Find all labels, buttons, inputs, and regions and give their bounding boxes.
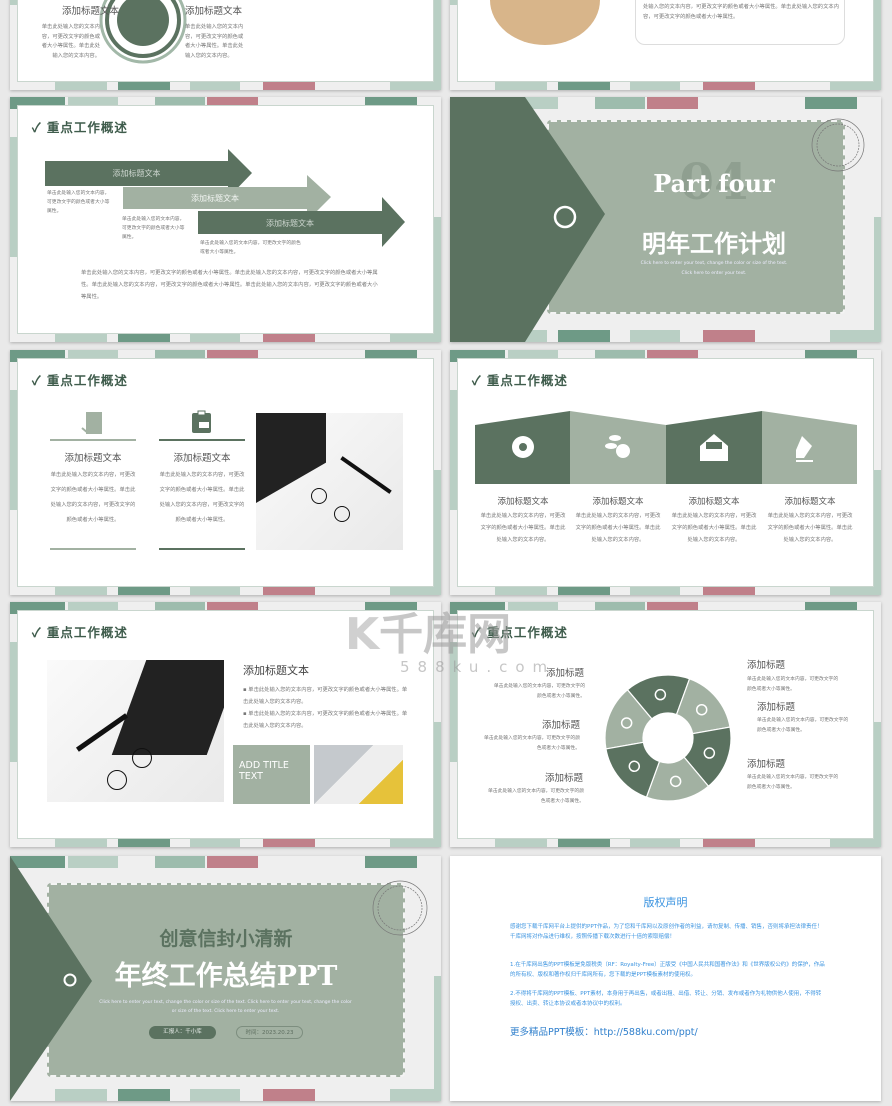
ring-text-1: 单击此处输入您的文本内容，可更改文字的颜色或者大小等属性。: [493, 684, 585, 699]
col-1-text: 单击此处输入您的文本内容，可更改文字的颜色或者大小等属性。单击此处输入您的文本内…: [50, 472, 136, 523]
ring-text-5: 单击此处输入您的文本内容，可更改文字的颜色或者大小等属性。: [757, 718, 849, 733]
copyright-item-2: 2.不得将千库网的PPT模板、PPT素材，本身用于再出售，或者出租、出借、转让、…: [510, 991, 822, 1007]
slide-copyright[interactable]: 版权声明 感谢您下载千库网平台上提供的PPT作品，为了您和千库网以及原创作者的利…: [450, 856, 881, 1101]
ring-text-6: 单击此处输入您的文本内容，可更改文字的颜色或者大小等属性。: [747, 775, 839, 790]
arrow-2-label: 添加标题文本: [191, 194, 239, 203]
heading: 添加标题文本: [185, 6, 243, 17]
heading: 添加标题文本: [243, 664, 309, 677]
workspace-photo: [314, 745, 403, 804]
copyright-intro: 感谢您下载千库网平台上提供的PPT作品，为了您和千库网以及原创作者的利益，请勿复…: [510, 924, 823, 940]
slide-columns[interactable]: ✓ 重点工作概述 添加标题文本 单击此处输入您的文本内容，可更改文字的颜色或者大…: [10, 350, 441, 595]
panel-2-text: 单击此处输入您的文本内容，可更改文字的颜色或者大小等属性。单击此处输入您的文本内…: [575, 513, 661, 543]
paper-strip: [10, 642, 17, 762]
ring-label-2: 添加标题: [541, 720, 580, 731]
panel-3-text: 单击此处输入您的文本内容，可更改文字的颜色或者大小等属性。单击此处输入您的文本内…: [671, 513, 757, 543]
copyright-item-1: 1.在千库网出售的PPT模板是免版税类（RF：Royalty-Free）正版受《…: [510, 962, 825, 978]
panel-1-text: 单击此处输入您的文本内容，可更改文字的颜色或者大小等属性。单击此处输入您的文本内…: [480, 513, 566, 543]
arrow-3-caption: 单击此处输入您的文本内容，可更改文字的颜色或者大小等属性。: [200, 241, 301, 255]
col-2-heading: 添加标题文本: [173, 453, 231, 464]
cover-subtitle: 创意信封小清新: [159, 928, 293, 950]
bullet-2: ▪ 单击此处输入您的文本内容，可更改文字的颜色或者大小等属性。单击此处输入您的文…: [243, 711, 408, 729]
ring-label-1: 添加标题: [545, 668, 584, 679]
summary-paragraph: 单击此处输入您的文本内容，可更改文字的颜色或者大小等属性。单击此处输入您的文本内…: [81, 270, 378, 300]
body-text: 单击此处输入您的文本内容，可更改文字的颜色或者大小等属性。单击此处输入您的文本内…: [185, 24, 244, 59]
document-edit-icon: [81, 412, 102, 434]
ring-label-5: 添加标题: [757, 702, 796, 713]
slide-part-four[interactable]: 04 Part four 明年工作计划 Click here to enter …: [450, 97, 881, 342]
slide-arrows[interactable]: ✓ 重点工作概述 添加标题文本 添加标题文本 添加标题文本 单击此处输入您的文本…: [10, 97, 441, 342]
slide-partial-left[interactable]: 添加标题文本 单击此处输入您的文本内容，可更改文字的颜色或者大小等属性。单击此处…: [10, 0, 441, 90]
slide-icon-band[interactable]: ✓ 重点工作概述 添加标题文本 单击此处输入您的文本内容，可更改文字的颜色或者大…: [450, 350, 881, 595]
copyright-title: 版权声明: [643, 896, 688, 909]
body-text: 处输入您的文本内容，可更改文字的颜色或者大小等属性。单击此处输入您的文本内容，可…: [643, 4, 839, 20]
ring-label-4: 添加标题: [747, 660, 786, 671]
clipboard-icon: [192, 410, 211, 433]
part-sub-1: Click here to enter your text, change th…: [640, 261, 788, 266]
col-2-text: 单击此处输入您的文本内容，可更改文字的颜色或者大小等属性。单击此处输入您的文本内…: [159, 472, 245, 523]
bullet-1: ▪ 单击此处输入您的文本内容，可更改文字的颜色或者大小等属性。单击此处输入您的文…: [243, 687, 408, 705]
check-icon: ✓: [32, 625, 42, 640]
paper-strip: [434, 722, 441, 847]
slide-partial-right[interactable]: 处输入您的文本内容，可更改文字的颜色或者大小等属性。单击此处输入您的文本内容，可…: [450, 0, 881, 90]
arrow-3-label: 添加标题文本: [266, 219, 314, 228]
body-text: 单击此处输入您的文本内容，可更改文字的颜色或者大小等属性。单击此处输入您的文本内…: [41, 24, 100, 59]
ring-text-4: 单击此处输入您的文本内容，可更改文字的颜色或者大小等属性。: [747, 677, 839, 692]
arrow-1-caption: 单击此处输入您的文本内容，可更改文字的颜色或者大小等属性。: [47, 191, 110, 214]
heading: 添加标题文本: [62, 6, 120, 17]
slide-cover[interactable]: 创意信封小清新 年终工作总结PPT Click here to enter yo…: [10, 856, 441, 1101]
panel-4-text: 单击此处输入您的文本内容，可更改文字的颜色或者大小等属性。单击此处输入您的文本内…: [767, 513, 853, 543]
cover-title: 年终工作总结PPT: [114, 961, 338, 992]
slide-photo-bullets[interactable]: ✓ 重点工作概述 添加标题文本 ▪ 单击此处输入您的文本内容，可更改文字的颜色或…: [10, 602, 441, 847]
laptop-glasses-photo: [47, 660, 224, 802]
add-title-box: ADD TITLE TEXT: [233, 745, 310, 804]
ring-label-3: 添加标题: [544, 773, 583, 784]
part-sub-2: Click here to enter your text.: [681, 271, 747, 276]
ring-text-2: 单击此处输入您的文本内容，可更改文字的颜色或者大小等属性。: [484, 736, 580, 751]
paper-strip: [874, 0, 881, 90]
col-1-heading: 添加标题文本: [64, 453, 122, 464]
settings-icon: [512, 436, 534, 458]
reporter-pill: 汇报人：千小库: [149, 1026, 216, 1039]
ring-text-3: 单击此处输入您的文本内容，可更改文字的颜色或者大小等属性。: [488, 789, 584, 804]
panel-2-heading: 添加标题文本: [592, 497, 644, 507]
more-templates-link[interactable]: 更多精品PPT模板：http://588ku.com/ppt/: [510, 1024, 698, 1038]
ring-label-6: 添加标题: [747, 759, 786, 770]
panel-4-heading: 添加标题文本: [784, 497, 836, 507]
envelope-flap: [450, 97, 605, 342]
slide-ring[interactable]: ✓ 重点工作概述 添加标题 单击此处输入您的文本内容，可更改文字的颜色或者大小等…: [450, 602, 881, 847]
section-title: ✓ 重点工作概述: [32, 625, 128, 640]
cover-desc: Click here to enter your text, change th…: [99, 1000, 352, 1014]
part-label: Part four: [653, 169, 775, 198]
paper-strip: [450, 0, 457, 5]
panel-1-heading: 添加标题文本: [497, 497, 549, 507]
arrow-2-caption: 单击此处输入您的文本内容，可更改文字的颜色或者大小等属性。: [122, 217, 185, 240]
laptop-glasses-photo: [256, 413, 403, 550]
panel-3-heading: 添加标题文本: [688, 497, 740, 507]
part-title: 明年工作计划: [642, 229, 786, 258]
arrow-1-label: 添加标题文本: [112, 169, 161, 178]
date-pill: 时间：2023.20.23: [236, 1026, 303, 1039]
